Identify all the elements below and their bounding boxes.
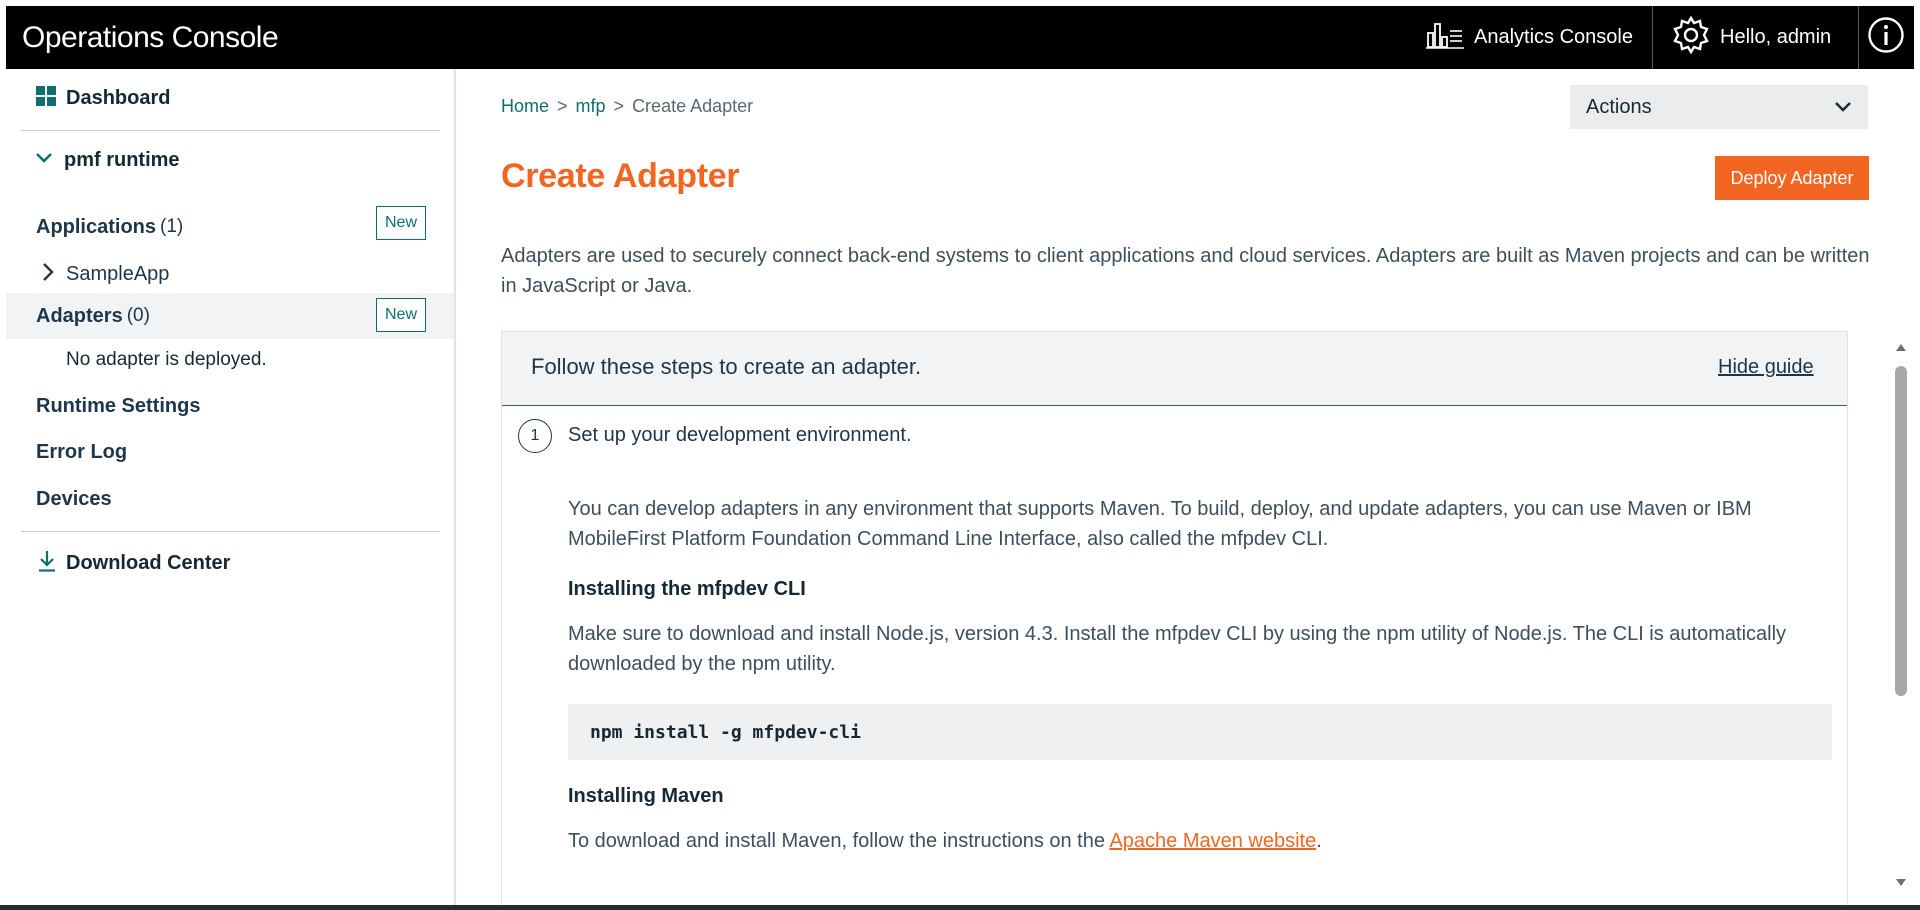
scrollbar-thumb[interactable] (1895, 366, 1907, 696)
sidebar-item-label: Runtime Settings (36, 394, 201, 417)
app-title: Operations Console (22, 21, 279, 54)
guide-heading-cli: Installing the mfpdev CLI (568, 578, 806, 600)
gear-icon (1670, 14, 1712, 62)
scroll-up-arrow[interactable] (1895, 340, 1907, 352)
sidebar: Dashboard pmf runtime Applications (1) N… (6, 69, 456, 905)
maven-text-prefix: To download and install Maven, follow th… (568, 830, 1110, 852)
main-scrollbar[interactable] (1892, 336, 1910, 896)
deploy-adapter-button[interactable]: Deploy Adapter (1715, 156, 1869, 200)
sidebar-item-label: Error Log (36, 440, 128, 463)
maven-text-suffix: . (1316, 830, 1322, 852)
code-block: npm install -g mfpdev-cli (568, 704, 1832, 760)
new-application-button[interactable]: New (376, 206, 426, 240)
grid-icon (36, 85, 56, 111)
download-icon (38, 550, 56, 577)
sidebar-item-label: Applications (36, 215, 157, 238)
actions-dropdown[interactable]: Actions (1570, 85, 1868, 129)
info-icon (1867, 16, 1905, 59)
sidebar-item-label: Download Center (66, 551, 231, 574)
sidebar-item-dashboard[interactable]: Dashboard (6, 83, 454, 113)
breadcrumb-current: Create Adapter (632, 96, 754, 116)
chevron-down-icon (36, 151, 52, 169)
applications-count: (1) (160, 216, 184, 237)
analytics-console-label: Analytics Console (1474, 26, 1633, 48)
guide-paragraph: To download and install Maven, follow th… (568, 826, 1818, 856)
sidebar-item-download-center[interactable]: Download Center (6, 548, 454, 578)
bar-chart-icon (1426, 21, 1464, 55)
user-greeting: Hello, admin (1720, 26, 1832, 48)
sidebar-item-label: Dashboard (66, 86, 171, 109)
breadcrumb-separator: > (613, 96, 625, 116)
sidebar-item-label: Adapters (36, 304, 123, 327)
new-adapter-button[interactable]: New (376, 298, 426, 332)
sidebar-item-error-log[interactable]: Error Log (6, 437, 454, 467)
topbar-divider (1652, 6, 1653, 69)
chevron-down-icon (1834, 96, 1852, 119)
top-bar: Operations Console Analytics Console Hel… (6, 6, 1914, 69)
breadcrumb-mfp[interactable]: mfp (576, 96, 606, 117)
breadcrumb-separator: > (557, 96, 568, 116)
analytics-console-link[interactable]: Analytics Console (1426, 6, 1647, 69)
apache-maven-link[interactable]: Apache Maven website (1109, 830, 1316, 852)
code-text: npm install -g mfpdev-cli (590, 721, 861, 743)
page-title: Create Adapter (501, 157, 740, 195)
scroll-down-arrow[interactable] (1895, 876, 1907, 888)
info-button[interactable] (1858, 6, 1914, 69)
intro-text: Adapters are used to securely connect ba… (501, 245, 1870, 297)
guide-header: Follow these steps to create an adapter.… (502, 332, 1847, 406)
sidebar-item-sampleapp[interactable]: SampleApp (6, 254, 454, 294)
guide-paragraph: Make sure to download and install Node.j… (568, 623, 1787, 675)
main-content: Home > mfp > Create Adapter Actions Crea… (458, 69, 1898, 910)
chevron-right-icon (42, 262, 54, 286)
breadcrumb-home[interactable]: Home (501, 96, 549, 117)
adapters-count: (0) (126, 305, 150, 326)
sidebar-item-devices[interactable]: Devices (6, 484, 454, 514)
breadcrumb: Home > mfp > Create Adapter (501, 96, 753, 117)
sidebar-item-label: SampleApp (66, 262, 170, 285)
sidebar-divider (21, 531, 440, 532)
user-menu[interactable]: Hello, admin (1670, 6, 1831, 69)
guide-title: Follow these steps to create an adapter. (531, 354, 922, 379)
no-adapter-message: No adapter is deployed. (66, 349, 267, 370)
guide-paragraph: You can develop adapters in any environm… (568, 498, 1752, 550)
actions-label: Actions (1586, 95, 1652, 118)
sidebar-item-label: pmf runtime (64, 148, 180, 171)
step-number-badge: 1 (518, 419, 552, 453)
sidebar-item-runtime-settings[interactable]: Runtime Settings (6, 391, 454, 421)
adapter-guide: Follow these steps to create an adapter.… (501, 331, 1848, 910)
window-bottom-edge (0, 905, 1920, 910)
sidebar-item-runtime[interactable]: pmf runtime (6, 145, 454, 175)
sidebar-divider (21, 130, 440, 131)
guide-heading-maven: Installing Maven (568, 785, 724, 807)
step-title: Set up your development environment. (568, 424, 912, 446)
hide-guide-link[interactable]: Hide guide (1718, 356, 1814, 379)
sidebar-item-label: Devices (36, 487, 112, 510)
